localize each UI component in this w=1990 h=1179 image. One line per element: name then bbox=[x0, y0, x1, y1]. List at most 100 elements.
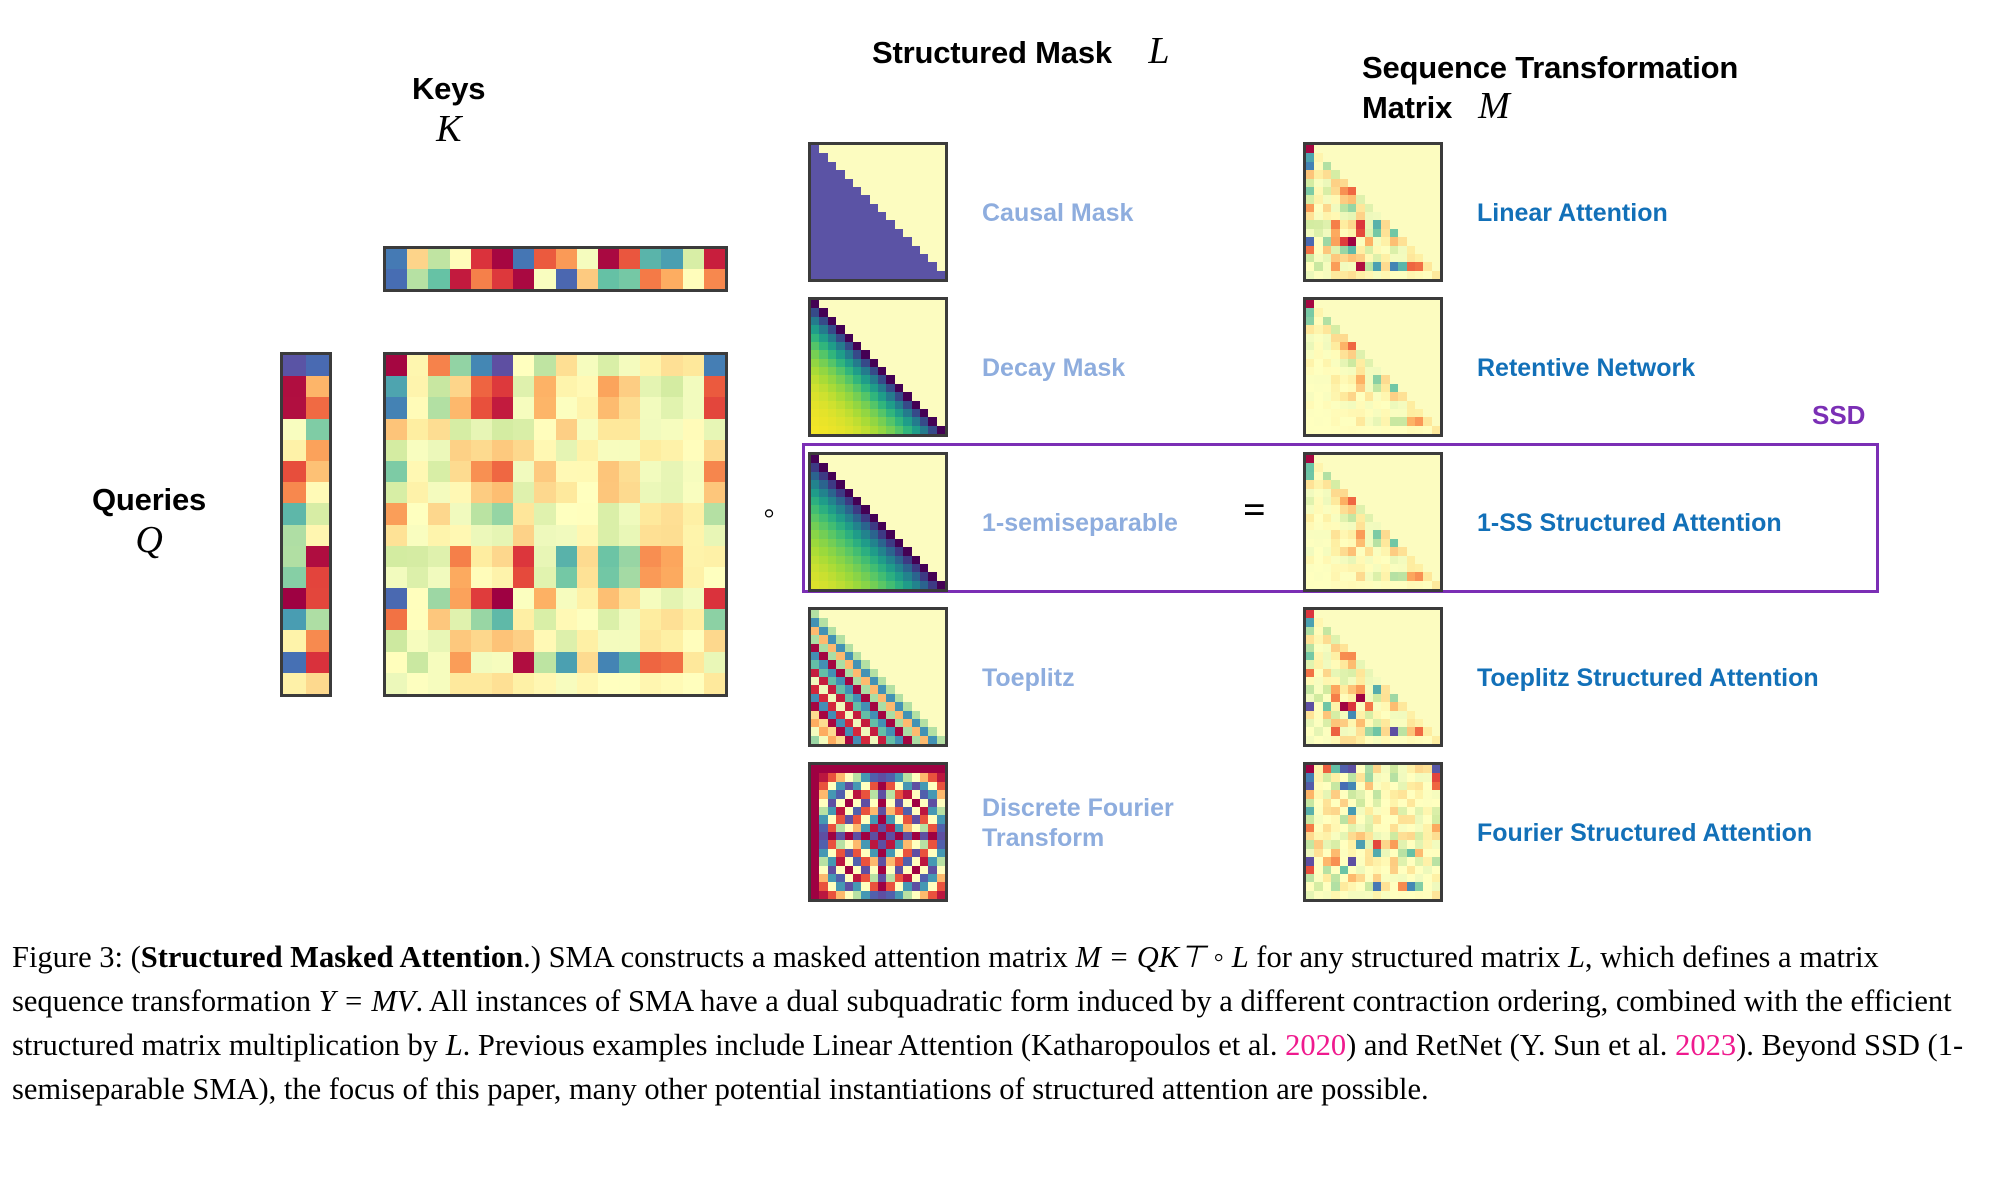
matrix-cell bbox=[597, 482, 620, 504]
matrix-cell bbox=[1373, 408, 1382, 418]
matrix-cell bbox=[1331, 488, 1340, 497]
matrix-cell bbox=[1322, 668, 1332, 677]
matrix-cell bbox=[1414, 212, 1424, 221]
matrix-cell bbox=[844, 145, 853, 154]
matrix-cell bbox=[827, 890, 837, 899]
matrix-cell bbox=[928, 270, 937, 279]
matrix-cell bbox=[1414, 710, 1424, 719]
matrix-cell bbox=[819, 400, 828, 409]
matrix-cell bbox=[844, 367, 853, 376]
matrix-cell bbox=[1414, 727, 1424, 736]
matrix-cell bbox=[886, 555, 895, 564]
matrix-cell bbox=[1389, 677, 1399, 686]
matrix-cell bbox=[878, 618, 887, 627]
matrix-cell bbox=[903, 882, 912, 891]
matrix-cell bbox=[1347, 300, 1357, 309]
matrix-cell bbox=[878, 480, 887, 489]
matrix-cell bbox=[1389, 253, 1399, 263]
matrix-cell bbox=[844, 333, 853, 342]
matrix-cell bbox=[903, 300, 912, 309]
matrix-cell bbox=[576, 503, 598, 525]
matrix-cell bbox=[886, 253, 895, 263]
matrix-cell bbox=[1322, 253, 1332, 263]
matrix-cell bbox=[1389, 308, 1399, 317]
matrix-cell bbox=[861, 170, 870, 179]
matrix-cell bbox=[449, 460, 471, 483]
matrix-cell bbox=[619, 524, 641, 546]
matrix-cell bbox=[869, 350, 878, 359]
matrix-cell bbox=[1322, 547, 1332, 556]
matrix-cell bbox=[819, 262, 828, 271]
matrix-cell bbox=[844, 547, 853, 556]
matrix-cell bbox=[682, 503, 704, 525]
matrix-cell bbox=[619, 482, 641, 504]
matrix-cell bbox=[836, 547, 845, 556]
matrix-cell bbox=[386, 460, 408, 483]
matrix-cell bbox=[1431, 660, 1440, 669]
matrix-cell bbox=[852, 262, 862, 271]
matrix-cell bbox=[861, 245, 870, 254]
matrix-cell bbox=[1331, 178, 1340, 187]
matrix-cell bbox=[861, 718, 870, 728]
matrix-cell bbox=[1406, 727, 1415, 736]
matrix-cell bbox=[878, 170, 887, 179]
matrix-cell bbox=[1314, 488, 1323, 497]
matrix-cell bbox=[827, 513, 837, 522]
matrix-cell bbox=[844, 668, 853, 677]
matrix-cell bbox=[928, 773, 937, 782]
matrix-cell bbox=[1431, 538, 1440, 548]
matrix-cell bbox=[1364, 212, 1373, 221]
matrix-cell bbox=[811, 270, 820, 279]
result-matrix-1ss-structured-attention bbox=[1303, 452, 1443, 592]
matrix-cell bbox=[597, 249, 620, 269]
matrix-cell bbox=[894, 765, 904, 774]
matrix-cell bbox=[903, 538, 912, 548]
matrix-cell bbox=[1431, 530, 1440, 539]
matrix-cell bbox=[407, 418, 429, 440]
matrix-cell bbox=[819, 417, 828, 426]
matrix-cell bbox=[936, 400, 945, 409]
matrix-cell bbox=[1339, 626, 1348, 636]
matrix-cell bbox=[1347, 367, 1357, 376]
matrix-cell bbox=[449, 545, 471, 567]
matrix-cell bbox=[1364, 890, 1373, 899]
matrix-cell bbox=[1381, 471, 1390, 481]
matrix-cell bbox=[1373, 806, 1382, 816]
matrix-cell bbox=[811, 538, 820, 548]
matrix-cell bbox=[1347, 781, 1357, 791]
matrix-cell bbox=[903, 815, 912, 824]
matrix-cell bbox=[1339, 890, 1348, 899]
matrix-cell bbox=[1406, 710, 1415, 719]
matrix-cell bbox=[1406, 145, 1415, 154]
matrix-cell bbox=[852, 425, 862, 434]
matrix-cell bbox=[1406, 773, 1415, 782]
matrix-cell bbox=[869, 392, 878, 401]
matrix-cell bbox=[1331, 253, 1340, 263]
matrix-cell bbox=[1373, 358, 1382, 367]
matrix-cell bbox=[894, 425, 904, 434]
matrix-cell bbox=[852, 865, 862, 874]
matrix-cell bbox=[878, 882, 887, 891]
matrix-cell bbox=[928, 316, 937, 326]
matrix-cell bbox=[861, 857, 870, 866]
matrix-cell bbox=[640, 376, 662, 398]
figure-caption: Figure 3: (Structured Masked Attention.)… bbox=[12, 935, 1978, 1111]
matrix-cell bbox=[878, 651, 887, 661]
matrix-cell bbox=[852, 806, 862, 816]
matrix-cell bbox=[878, 530, 887, 539]
matrix-cell bbox=[811, 547, 820, 556]
matrix-cell bbox=[878, 350, 887, 359]
matrix-cell bbox=[861, 848, 870, 858]
matrix-cell bbox=[1373, 513, 1382, 522]
matrix-cell bbox=[283, 503, 306, 525]
matrix-cell bbox=[1373, 735, 1382, 744]
matrix-cell bbox=[1381, 727, 1390, 736]
matrix-cell bbox=[1373, 790, 1382, 799]
matrix-cell bbox=[386, 376, 408, 398]
matrix-cell bbox=[1414, 262, 1424, 271]
matrix-cell bbox=[836, 488, 845, 497]
matrix-cell bbox=[844, 618, 853, 627]
matrix-cell bbox=[919, 610, 929, 619]
matrix-cell bbox=[1339, 425, 1348, 434]
matrix-cell bbox=[1389, 480, 1399, 489]
